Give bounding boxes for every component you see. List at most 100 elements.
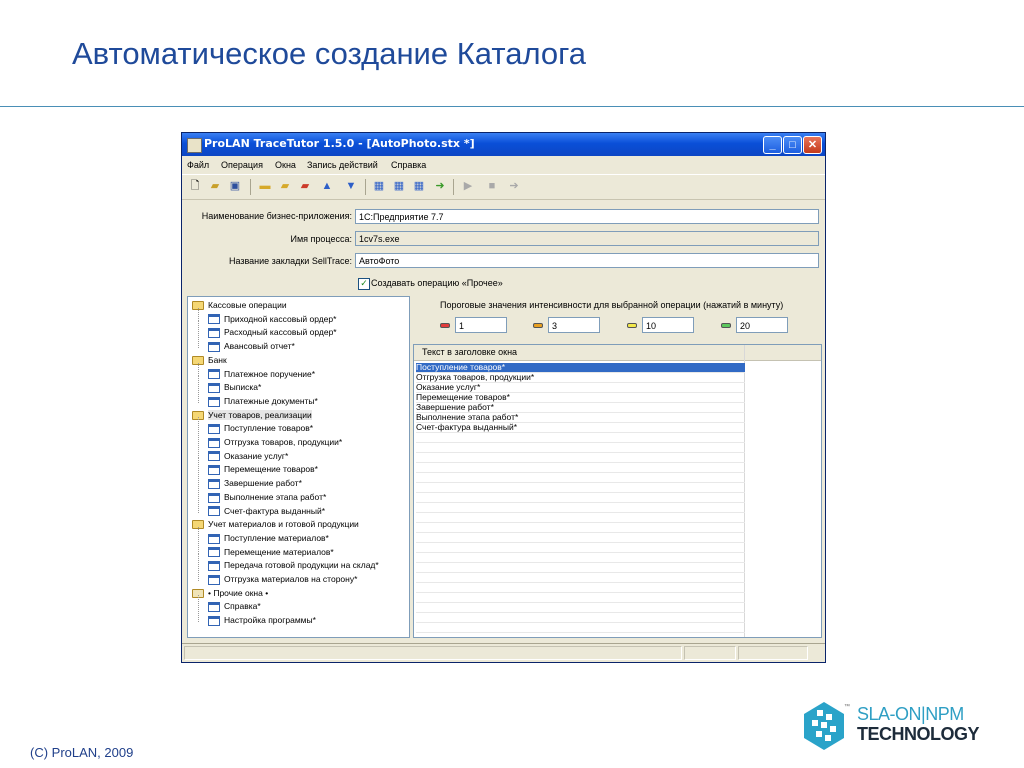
grid-row[interactable]	[416, 573, 745, 583]
tree-item[interactable]: Счет-фактура выданный*	[208, 506, 325, 517]
app-name-label: Наименование бизнес-приложения:	[201, 211, 352, 221]
tree-item[interactable]: Справка*	[208, 601, 261, 613]
form-icon	[208, 451, 220, 462]
grid-icon[interactable]: ▦	[372, 180, 386, 193]
tree-item[interactable]: Выполнение этапа работ*	[208, 492, 326, 503]
form-icon	[208, 615, 220, 626]
tree-connector	[198, 472, 199, 486]
intensity-indicator-icon	[721, 323, 731, 328]
grid-row[interactable]	[416, 473, 745, 483]
export-icon[interactable]: ➜	[433, 180, 447, 193]
menu-windows[interactable]: Окна	[275, 160, 296, 170]
tree-connector	[198, 499, 199, 513]
tree-item[interactable]: Платежные документы*	[208, 396, 318, 407]
record-icon[interactable]: ➔	[507, 180, 521, 193]
grid-row[interactable]	[416, 523, 745, 533]
grid-row[interactable]	[416, 633, 745, 637]
tree-item[interactable]: Выписка*	[208, 382, 261, 393]
menu-record[interactable]: Запись действий	[307, 160, 378, 170]
tab-name-label: Название закладки SellTrace:	[228, 256, 352, 266]
grid-row[interactable]	[416, 443, 745, 453]
grid-check-icon[interactable]: ▦	[412, 180, 426, 193]
tree-item[interactable]: Поступление товаров*	[208, 423, 313, 435]
tree-item[interactable]: Расходный кассовый ордер*	[208, 327, 337, 339]
window-title: ProLAN TraceTutor 1.5.0 - [AutoPhoto.stx…	[204, 137, 475, 150]
process-field[interactable]: 1cv7s.exe	[355, 231, 819, 246]
save-icon[interactable]: ▣	[228, 180, 242, 193]
grid-row[interactable]	[416, 543, 745, 553]
tree-item[interactable]: Отгрузка материалов на сторону*	[208, 574, 357, 585]
grid-row[interactable]	[416, 593, 745, 603]
form-icon	[208, 369, 220, 380]
grid-row[interactable]: Счет-фактура выданный*	[416, 423, 745, 433]
tree-item[interactable]: Поступление материалов*	[208, 533, 329, 544]
tree-node-label: • Прочие окна •	[208, 587, 269, 598]
grid-row[interactable]	[416, 453, 745, 463]
tree-group[interactable]: Учет материалов и готовой продукции	[192, 519, 359, 530]
status-bar	[182, 643, 825, 662]
menu-operation[interactable]: Операция	[221, 160, 263, 170]
grid-row[interactable]	[416, 533, 745, 543]
tree-item[interactable]: Передача готовой продукции на склад*	[208, 560, 379, 572]
tree-node-label: Учет материалов и готовой продукции	[208, 519, 359, 530]
tree-item[interactable]: Завершение работ*	[208, 478, 302, 489]
tree-item[interactable]: Оказание услуг*	[208, 451, 288, 462]
tree-item[interactable]: Отгрузка товаров, продукции*	[208, 437, 342, 448]
grid-row[interactable]	[416, 553, 745, 563]
grid-row[interactable]	[416, 623, 745, 633]
form-icon	[208, 437, 220, 448]
folder-open-icon[interactable]: ▰	[278, 180, 292, 193]
tab-name-field[interactable]: АвтоФото	[355, 253, 819, 268]
tree-connector	[198, 389, 199, 403]
folder-delete-icon[interactable]: ▰	[298, 180, 312, 193]
tree-item[interactable]: Приходной кассовый ордер*	[208, 314, 336, 325]
tree-group[interactable]: Учет товаров, реализации	[192, 409, 312, 420]
threshold-field[interactable]: 20	[736, 317, 788, 333]
grid-row[interactable]	[416, 483, 745, 493]
threshold-field[interactable]: 1	[455, 317, 507, 333]
close-button[interactable]: ✕	[803, 136, 822, 154]
status-cell	[184, 646, 682, 660]
grid-row[interactable]	[416, 433, 745, 443]
window-title-grid[interactable]: Текст в заголовке окна Поступление товар…	[413, 344, 822, 638]
play-icon[interactable]: ▶	[461, 180, 475, 193]
menu-file[interactable]: Файл	[187, 160, 209, 170]
arrow-down-icon[interactable]: ▼	[344, 180, 358, 193]
threshold-field[interactable]: 3	[548, 317, 600, 333]
grid-row[interactable]	[416, 493, 745, 503]
tree-group[interactable]: • Прочие окна •	[192, 588, 268, 598]
grid-header[interactable]: Текст в заголовке окна	[414, 345, 821, 361]
grid-row[interactable]	[416, 513, 745, 523]
operations-tree[interactable]: Кассовые операции Приходной кассовый орде…	[187, 296, 410, 638]
grid-row[interactable]	[416, 463, 745, 473]
menu-help[interactable]: Справка	[391, 160, 426, 170]
tree-connector	[198, 609, 199, 623]
new-icon[interactable]: 🗋	[188, 180, 202, 193]
tree-node-label: Завершение работ*	[224, 478, 302, 489]
folder-new-icon[interactable]: ▬	[258, 180, 272, 193]
tree-group[interactable]: Кассовые операции	[192, 300, 287, 311]
grid-row[interactable]	[416, 583, 745, 593]
tree-node-label: Выполнение этапа работ*	[224, 491, 327, 502]
tree-connector	[198, 321, 199, 335]
grid-row[interactable]	[416, 563, 745, 573]
minimize-button[interactable]: _	[763, 136, 782, 154]
stop-icon[interactable]: ■	[485, 180, 499, 193]
grid-row[interactable]	[416, 613, 745, 623]
tree-item[interactable]: Перемещение материалов*	[208, 547, 334, 558]
app-name-field[interactable]: 1С:Предприятие 7.7	[355, 209, 819, 224]
maximize-button[interactable]: □	[783, 136, 802, 154]
grid-row[interactable]	[416, 503, 745, 513]
grid-row[interactable]	[416, 603, 745, 613]
title-bar[interactable]: ProLAN TraceTutor 1.5.0 - [AutoPhoto.stx…	[182, 133, 825, 156]
arrow-up-icon[interactable]: ▲	[320, 180, 334, 193]
tree-item[interactable]: Авансовый отчет*	[208, 341, 295, 352]
threshold-field[interactable]: 10	[642, 317, 694, 333]
tree-item[interactable]: Перемещение товаров*	[208, 464, 318, 476]
tree-item[interactable]: Настройка программы*	[208, 615, 316, 626]
open-icon[interactable]: ▰	[208, 180, 222, 193]
tree-item[interactable]: Платежное поручение*	[208, 369, 315, 380]
grid-edit-icon[interactable]: ▦	[392, 180, 406, 193]
create-other-checkbox[interactable]: ✓	[358, 278, 370, 290]
tree-node-label: Платежное поручение*	[224, 368, 316, 379]
